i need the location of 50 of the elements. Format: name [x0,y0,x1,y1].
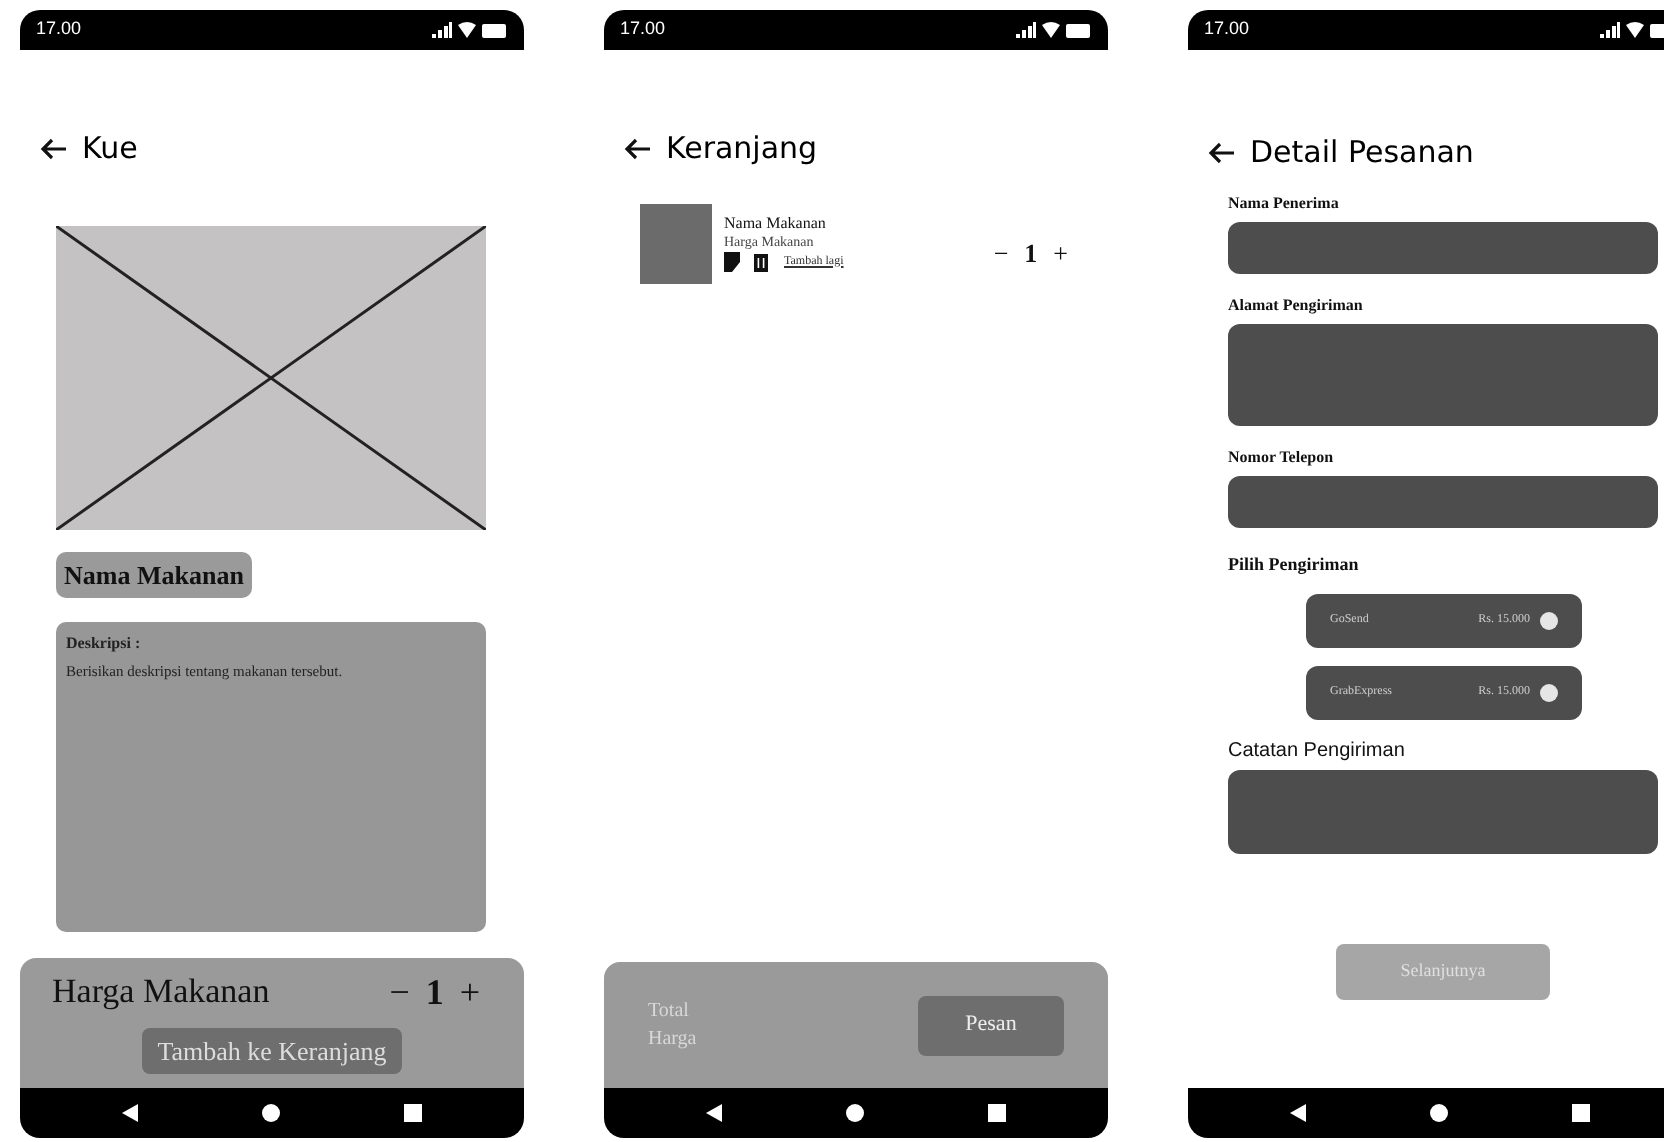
input-field[interactable] [1228,221,1658,273]
back-icon[interactable] [706,1104,722,1122]
back-icon[interactable] [122,1104,138,1122]
field-label: Nomor Telepon [1228,445,1336,469]
food-name-label: Nama Makanan [56,551,252,598]
edit-icon[interactable] [724,252,742,273]
input-field[interactable] [1228,770,1658,854]
battery-icon [482,23,508,37]
input-field[interactable] [1228,323,1658,425]
item-name: Nama Makanan [724,213,828,234]
food-thumbnail [640,203,712,283]
plus-button[interactable]: + [459,973,480,1010]
signal-icon [432,22,452,38]
radio-button[interactable] [1540,684,1558,702]
wifi-icon [1626,22,1644,38]
wifi-icon [1042,22,1060,38]
field-label: Catatan Pengiriman [1228,738,1407,766]
section-label: Pilih Pengiriman [1228,551,1361,578]
input-field[interactable] [1228,475,1658,527]
battery-icon [1066,23,1092,37]
signal-icon [1016,22,1036,38]
status-time: 17.00 [620,16,666,43]
home-icon[interactable] [846,1104,864,1122]
quantity-value: 1 [1024,240,1038,266]
field-label: Alamat Pengiriman [1228,293,1365,317]
minus-button[interactable]: − [993,240,1009,266]
order-button[interactable]: Pesan [918,995,1064,1055]
plus-button[interactable]: + [1053,240,1068,266]
screen-title: Kue [82,128,138,170]
back-arrow-icon[interactable] [40,137,66,160]
field-label: Nama Penerima [1228,191,1341,215]
signal-icon [1600,22,1620,38]
home-icon[interactable] [262,1104,280,1122]
home-icon[interactable] [1430,1104,1448,1122]
screen-title: Keranjang [666,128,818,170]
wifi-icon [458,22,476,38]
radio-button[interactable] [1540,612,1558,630]
minus-button[interactable]: − [389,973,410,1010]
back-icon[interactable] [1290,1104,1306,1122]
total-price-label: Total Harga [648,997,699,1053]
screen-title: Detail Pesanan [1250,132,1474,174]
status-time: 17.00 [36,16,82,43]
description-label: Deskripsi : [66,632,143,656]
status-time: 17.00 [1204,16,1250,43]
back-arrow-icon[interactable] [624,137,650,160]
back-arrow-icon[interactable] [1208,141,1234,164]
price-text: Harga Makanan [52,970,270,1014]
trash-icon[interactable] [754,253,768,272]
add-to-cart-button[interactable]: Tambah ke Keranjang [141,1027,403,1074]
quantity-value: 1 [425,973,444,1010]
